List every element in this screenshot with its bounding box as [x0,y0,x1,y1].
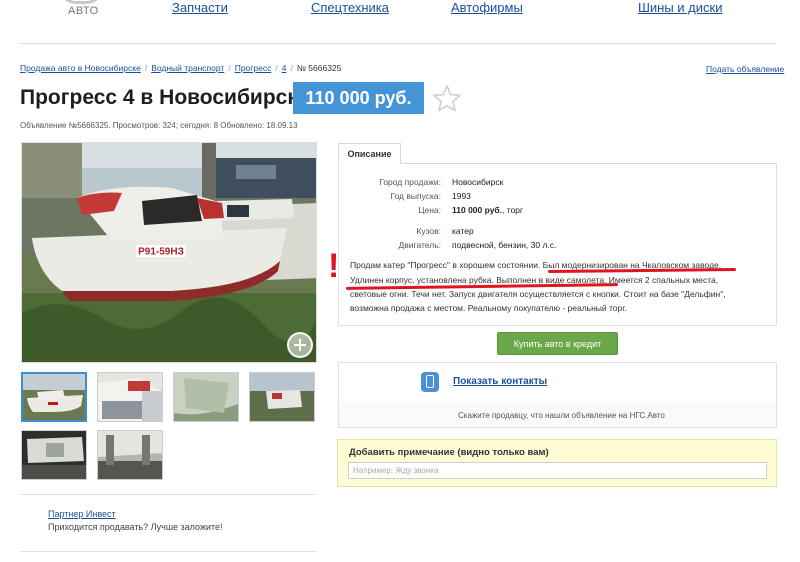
thumbnail-5[interactable] [21,430,87,480]
prop-label-city: Город продажи: [379,177,441,187]
star-icon[interactable] [432,84,462,112]
prop-label-price: Цена: [418,205,441,215]
description-line-3: световые огни. Течи нет. Запуск двигател… [350,289,726,299]
prop-value-body: катер [452,226,474,236]
nav-link-dealers[interactable]: Автофирмы [451,0,523,15]
prop-value-price-amount: 110 000 руб. [452,205,503,215]
page-title: Прогресс 4 в Новосибирске [20,86,310,109]
breadcrumb-brand[interactable]: Прогресс [235,63,272,73]
thumbnail-3[interactable] [173,372,239,422]
prop-label-engine: Двигатель: [398,240,441,250]
breadcrumb-model[interactable]: 4 [282,63,287,73]
breadcrumb: Продажа авто в Новосибирске / Водный транс… [20,63,342,73]
prop-value-price-suffix: , торг [502,205,524,215]
partner-link[interactable]: Партнер Инвест [48,509,116,519]
thumbnail-2[interactable] [97,372,163,422]
prop-value-price: 110 000 руб., торг [452,205,523,215]
thumbnail-4[interactable] [249,372,315,422]
nav-divider [20,43,776,44]
plate-number: Р91-59НЗ [138,247,184,258]
prop-label-year: Год выпуска: [390,191,441,201]
phone-icon[interactable] [421,372,439,392]
thumbnail-1[interactable] [21,372,87,422]
prop-value-city: Новосибирск [452,177,504,187]
prop-value-engine: подвесной, бензин, 30 л.с. [452,240,557,250]
nav-link-special-machinery[interactable]: Спецтехника [311,0,389,15]
nav-link-tires-wheels[interactable]: Шины и диски [638,0,722,15]
top-navigation: АВТО Запчасти Спецтехника Автофирмы Шины… [0,0,800,44]
contacts-hint: Скажите продавцу, что нашли объявление н… [458,411,665,420]
logo-text[interactable]: АВТО [68,5,99,17]
tab-description[interactable]: Описание [338,143,401,164]
prop-value-year: 1993 [452,191,471,201]
partner-divider [20,494,317,495]
breadcrumb-current: № 5666325 [296,63,342,73]
thumbnail-6[interactable] [97,430,163,480]
partner-note: Приходится продавать? Лучше заложите! [48,522,223,532]
show-contacts-button[interactable]: Показать контакты [453,376,547,387]
main-photo[interactable]: Р91-59НЗ [21,142,317,363]
breadcrumb-water-transport[interactable]: Водный транспорт [151,63,224,73]
breadcrumb-sales-city[interactable]: Продажа авто в Новосибирске [20,63,141,73]
listing-meta: Объявление №5666325. Просмотров: 324; се… [20,121,298,130]
zoom-icon[interactable] [287,332,313,358]
nav-link-parts[interactable]: Запчасти [172,0,228,15]
site-logo-icon[interactable] [58,0,104,4]
note-input[interactable] [348,462,767,479]
annotation-exclamation: ! [328,247,340,285]
description-line-4: возможна продажа с местом. Реальному пок… [350,303,627,313]
tab-strip [338,163,777,164]
post-ad-link[interactable]: Подать объявление [706,64,784,74]
price-badge: 110 000 руб. [293,82,424,114]
bottom-divider [20,551,317,552]
prop-label-body: Кузов: [416,226,441,236]
buy-on-credit-button[interactable]: Купить авто в кредит [497,332,618,355]
note-title: Добавить примечание (видно только вам) [349,447,549,458]
